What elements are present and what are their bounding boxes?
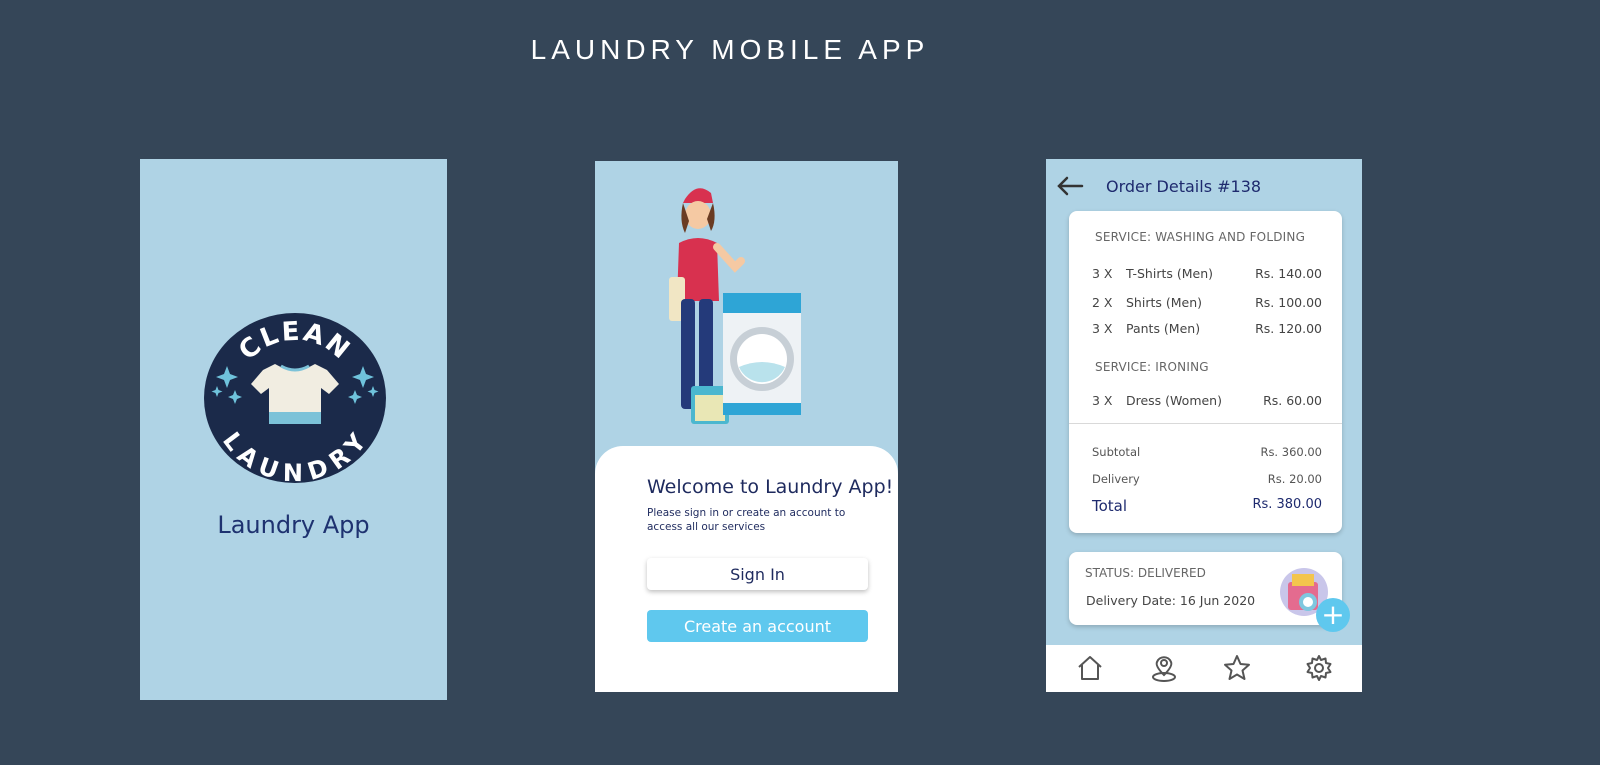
item-price: Rs. 140.00 bbox=[1255, 266, 1322, 281]
delivery-date: Delivery Date: 16 Jun 2020 bbox=[1086, 593, 1256, 608]
subtotal-row: Subtotal Rs. 360.00 bbox=[1092, 445, 1322, 459]
location-pin-icon[interactable] bbox=[1149, 653, 1179, 683]
welcome-screen: Welcome to Laundry App! Please sign in o… bbox=[595, 161, 898, 692]
add-button[interactable]: + bbox=[1316, 598, 1350, 632]
app-name: Laundry App bbox=[217, 511, 370, 539]
item-name: Dress (Women) bbox=[1125, 393, 1222, 408]
welcome-subtitle: Please sign in or create an account to a… bbox=[647, 507, 846, 533]
order-item-row: 3 X Dress (Women) Rs. 60.00 bbox=[1092, 393, 1322, 408]
item-quantity: 3 X bbox=[1092, 266, 1113, 281]
order-item-row: 3 X Pants (Men) Rs. 120.00 bbox=[1092, 321, 1322, 336]
gear-icon[interactable] bbox=[1304, 653, 1334, 683]
service-heading: SERVICE: WASHING AND FOLDING bbox=[1095, 230, 1306, 244]
item-quantity: 3 X bbox=[1092, 321, 1113, 336]
item-name: T-Shirts (Men) bbox=[1125, 266, 1213, 281]
order-item-row: 3 X T-Shirts (Men) Rs. 140.00 bbox=[1092, 266, 1322, 281]
create-account-button[interactable]: Create an account bbox=[647, 610, 868, 642]
item-quantity: 3 X bbox=[1092, 393, 1113, 408]
service-heading: SERVICE: IRONING bbox=[1095, 360, 1209, 374]
status-card: STATUS: DELIVERED Delivery Date: 16 Jun … bbox=[1069, 552, 1342, 625]
order-title: Order Details #138 bbox=[1106, 177, 1262, 196]
order-summary-card: SERVICE: WASHING AND FOLDING 3 X T-Shirt… bbox=[1069, 211, 1342, 533]
status-badge: STATUS: DELIVERED bbox=[1085, 566, 1206, 580]
sign-in-button[interactable]: Sign In bbox=[647, 558, 868, 590]
divider bbox=[1069, 423, 1342, 424]
delivery-label: Delivery bbox=[1092, 472, 1140, 486]
subtotal-value: Rs. 360.00 bbox=[1260, 445, 1322, 459]
total-row: Total Rs. 380.00 bbox=[1092, 497, 1322, 515]
star-icon[interactable] bbox=[1222, 653, 1252, 683]
page-title: LAUNDRY MOBILE APP bbox=[530, 34, 930, 65]
order-details-screen: Order Details #138 SERVICE: WASHING AND … bbox=[1046, 159, 1362, 692]
welcome-card: Welcome to Laundry App! Please sign in o… bbox=[595, 446, 898, 692]
item-name: Pants (Men) bbox=[1125, 321, 1201, 336]
item-price: Rs. 60.00 bbox=[1263, 393, 1322, 408]
back-arrow-icon[interactable] bbox=[1056, 175, 1084, 197]
bottom-nav bbox=[1046, 645, 1362, 692]
item-name: Shirts (Men) bbox=[1125, 295, 1202, 310]
item-quantity: 2 X bbox=[1092, 295, 1113, 310]
item-price: Rs. 100.00 bbox=[1255, 295, 1322, 310]
splash-screen: CLEAN LAUNDRY Laundry App bbox=[140, 159, 447, 700]
total-label: Total bbox=[1092, 497, 1128, 515]
subtotal-label: Subtotal bbox=[1092, 445, 1141, 459]
laundry-worker-illustration bbox=[665, 181, 825, 431]
order-item-row: 2 X Shirts (Men) Rs. 100.00 bbox=[1092, 295, 1322, 310]
clean-laundry-logo: CLEAN LAUNDRY bbox=[203, 312, 387, 487]
total-value: Rs. 380.00 bbox=[1252, 497, 1322, 512]
welcome-heading: Welcome to Laundry App! bbox=[647, 476, 894, 498]
home-icon[interactable] bbox=[1075, 653, 1105, 683]
delivery-row: Delivery Rs. 20.00 bbox=[1092, 472, 1322, 486]
delivery-value: Rs. 20.00 bbox=[1267, 472, 1322, 486]
item-price: Rs. 120.00 bbox=[1255, 321, 1322, 336]
